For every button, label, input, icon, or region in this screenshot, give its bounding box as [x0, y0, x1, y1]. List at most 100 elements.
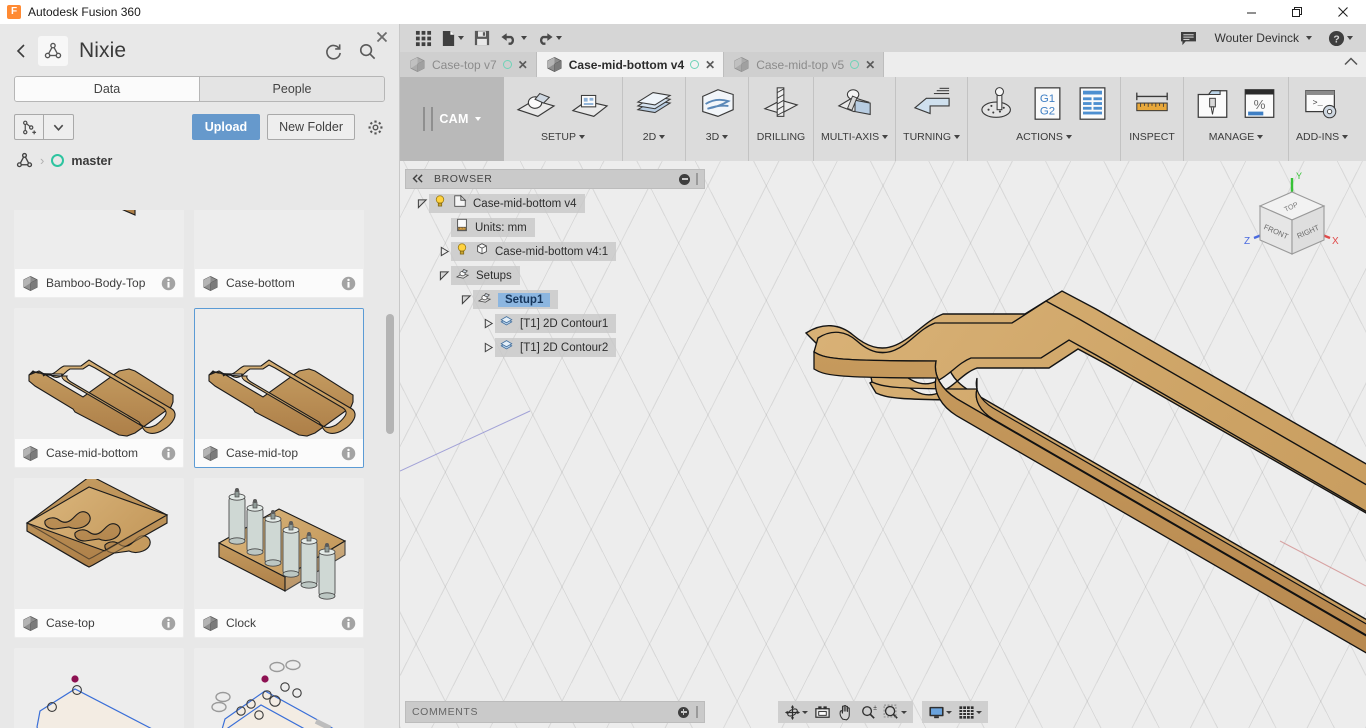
tree-node-chip[interactable]: [T1] 2D Contour1	[495, 314, 616, 333]
data-item-tile[interactable]: Bamboo-Body-Top	[14, 210, 184, 298]
tree-node-chip[interactable]: Case-mid-bottom v4	[429, 194, 585, 213]
browser-tree-node[interactable]: Units: mm	[405, 217, 705, 238]
info-icon[interactable]	[161, 616, 176, 631]
data-panel-scrollbar[interactable]	[386, 314, 394, 434]
minimize-button[interactable]	[1228, 0, 1274, 24]
3d-viewport[interactable]: BROWSER Case-mid-bottom v4 Units: mm Cas…	[400, 161, 1366, 728]
close-tab-button[interactable]: ✕	[705, 58, 715, 72]
tree-expand-arrow[interactable]	[481, 341, 495, 355]
collapse-left-icon[interactable]	[412, 170, 425, 188]
close-tab-button[interactable]: ✕	[518, 58, 528, 72]
tree-node-chip[interactable]: Case-mid-bottom v4:1	[451, 242, 616, 261]
post-process-button[interactable]: G1 G2	[1027, 83, 1068, 125]
browser-tree-node[interactable]: Case-mid-bottom v4	[405, 193, 705, 214]
undo-icon[interactable]	[497, 26, 530, 50]
3d-toolpath-button[interactable]	[693, 83, 741, 125]
grid-snap-icon[interactable]	[956, 702, 984, 722]
data-item-tile[interactable]: Case-bottom	[194, 210, 364, 298]
multi-axis-button[interactable]	[830, 83, 880, 125]
2d-group-caret-icon[interactable]	[659, 135, 665, 139]
simulate-button[interactable]	[975, 83, 1023, 125]
tool-library-button[interactable]	[1191, 83, 1234, 125]
comments-resize-grip[interactable]	[696, 706, 698, 718]
look-at-icon[interactable]	[812, 702, 833, 722]
multi-axis-group-caret-icon[interactable]	[882, 135, 888, 139]
tab-data[interactable]: Data	[15, 77, 199, 101]
setup-group-caret-icon[interactable]	[579, 135, 585, 139]
display-settings-icon[interactable]	[926, 702, 954, 722]
close-data-panel-button[interactable]	[373, 28, 391, 46]
redo-icon[interactable]	[532, 26, 565, 50]
chevron-up-icon[interactable]	[1344, 54, 1358, 69]
maximize-button[interactable]	[1274, 0, 1320, 24]
chevron-down-icon[interactable]	[44, 114, 74, 140]
orbit-caret-icon[interactable]	[802, 711, 808, 714]
tree-expand-arrow[interactable]	[437, 221, 451, 235]
turning-group-caret-icon[interactable]	[954, 135, 960, 139]
data-item-tile[interactable]: Case-mid-bottom	[14, 308, 184, 468]
data-item-tile[interactable]: Case-top	[14, 478, 184, 638]
back-button[interactable]	[12, 38, 32, 64]
close-window-button[interactable]	[1320, 0, 1366, 24]
zoom-icon[interactable]: ±	[858, 702, 879, 722]
fit-icon[interactable]	[881, 702, 909, 722]
minus-circle-icon[interactable]	[679, 174, 690, 185]
user-menu[interactable]: Wouter Devinck	[1212, 26, 1315, 50]
info-icon[interactable]	[341, 616, 356, 631]
info-icon[interactable]	[161, 276, 176, 291]
document-tab[interactable]: Case-mid-bottom v4 ✕	[537, 52, 724, 77]
view-cube[interactable]: Y X Z TOP FRONT RIGHT	[1240, 166, 1346, 276]
document-tab[interactable]: Case-top v7 ✕	[400, 52, 537, 77]
help-icon[interactable]: ?	[1325, 26, 1356, 50]
workspace-switcher[interactable]: CAM	[400, 77, 504, 161]
tree-node-chip[interactable]: [T1] 2D Contour2	[495, 338, 616, 357]
pan-icon[interactable]	[835, 702, 856, 722]
addins-group-caret-icon[interactable]	[1342, 135, 1348, 139]
2d-toolpath-button[interactable]	[630, 83, 678, 125]
ruler-icon[interactable]	[1128, 83, 1176, 125]
file-icon[interactable]	[438, 26, 467, 50]
manage-group-caret-icon[interactable]	[1257, 135, 1263, 139]
gear-icon[interactable]	[365, 117, 385, 137]
data-item-tile[interactable]	[194, 648, 364, 728]
setup-button[interactable]	[511, 83, 561, 125]
fit-caret-icon[interactable]	[901, 711, 907, 714]
info-icon[interactable]	[161, 446, 176, 461]
browser-tree-node[interactable]: [T1] 2D Contour1	[405, 313, 705, 334]
plus-circle-icon[interactable]	[678, 707, 689, 718]
save-icon[interactable]	[469, 26, 495, 50]
data-item-tile[interactable]: Case-mid-top	[194, 308, 364, 468]
tree-expand-arrow[interactable]	[415, 197, 429, 211]
document-tab[interactable]: Case-mid-top v5 ✕	[724, 52, 884, 77]
display-caret-icon[interactable]	[946, 711, 952, 714]
actions-group-caret-icon[interactable]	[1066, 135, 1072, 139]
new-folder-button[interactable]: New Folder	[267, 114, 355, 140]
tree-node-chip[interactable]: Setup1	[473, 290, 558, 309]
info-icon[interactable]	[341, 446, 356, 461]
app-grid-icon[interactable]	[410, 26, 436, 50]
data-item-tile[interactable]: Clock	[194, 478, 364, 638]
tree-expand-arrow[interactable]	[437, 245, 451, 259]
turning-button[interactable]	[907, 83, 957, 125]
folder-new-button[interactable]	[565, 83, 615, 125]
data-panel-grid-scroll[interactable]: Bamboo-Body-Top Case-bottom	[0, 210, 400, 728]
comment-bubble-icon[interactable]	[1176, 26, 1202, 50]
browser-tree-node[interactable]: Case-mid-bottom v4:1	[405, 241, 705, 262]
grid-caret-icon[interactable]	[976, 711, 982, 714]
browser-tree-node[interactable]: Setup1	[405, 289, 705, 310]
refresh-icon[interactable]	[323, 41, 343, 61]
breadcrumb-branch[interactable]: master	[71, 154, 112, 168]
tree-node-chip[interactable]: Setups	[451, 266, 520, 285]
setup-sheet-button[interactable]	[1072, 83, 1113, 125]
browser-resize-grip[interactable]	[696, 173, 698, 185]
browser-tree-node[interactable]: Setups	[405, 265, 705, 286]
3d-group-caret-icon[interactable]	[722, 135, 728, 139]
data-item-tile[interactable]	[14, 648, 184, 728]
tree-expand-arrow[interactable]	[437, 269, 451, 283]
browser-tree-node[interactable]: [T1] 2D Contour2	[405, 337, 705, 358]
close-tab-button[interactable]: ✕	[865, 58, 875, 72]
tree-node-chip[interactable]: Units: mm	[451, 218, 535, 237]
drilling-button[interactable]	[756, 83, 806, 125]
new-design-icon[interactable]	[14, 114, 44, 140]
scripts-addins-button[interactable]: >_	[1298, 83, 1346, 125]
